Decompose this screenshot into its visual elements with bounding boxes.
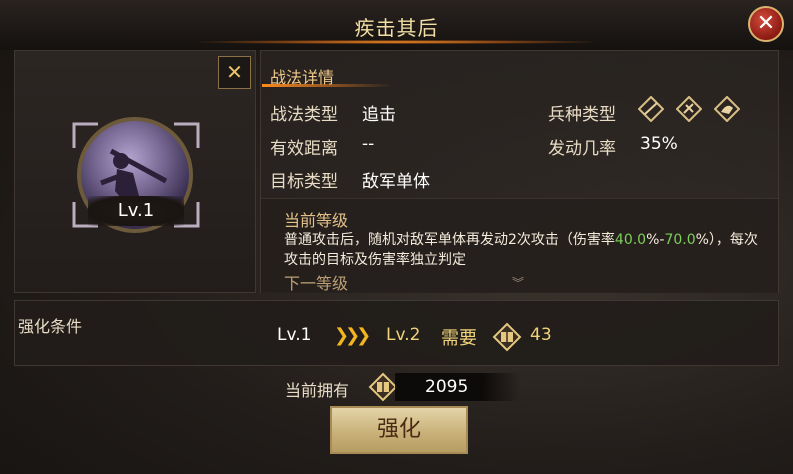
upgrade-conditions-title: 强化条件 — [18, 317, 83, 336]
troop-type-1-icon — [638, 96, 664, 122]
skill-level-badge: Lv.1 — [88, 196, 184, 226]
troop-type-3-icon — [714, 96, 740, 122]
required-amount: 43 — [530, 325, 552, 345]
damage-rate-low: 40.0 — [614, 232, 647, 248]
target-type-value: 敌军单体 — [362, 172, 430, 192]
skill-book-icon — [492, 322, 522, 352]
desc-text-part2: %- — [646, 232, 665, 248]
skill-book-icon — [368, 372, 398, 402]
desc-text-part1: 普通攻击后，随机对敌军单体再发动2次攻击（伤害率 — [284, 232, 615, 248]
owned-label: 当前拥有 — [285, 381, 350, 400]
close-icon[interactable]: ✕ — [748, 6, 784, 42]
range-label: 有效距离 — [270, 139, 338, 159]
damage-rate-high: 70.0 — [664, 232, 696, 248]
enhance-button[interactable]: 强化 — [330, 406, 468, 454]
skill-type-value: 追击 — [362, 105, 396, 125]
skill-detail-window: 疾击其后 ✕ ✕ Lv.1 战法详情 战法类型 追击 有效距离 -- 目标类型 … — [0, 0, 793, 474]
range-value: -- — [362, 134, 375, 154]
arrow-right-icon: ❯❯❯ — [334, 325, 371, 346]
unequip-button[interactable]: ✕ — [218, 56, 251, 89]
next-level: Lv.2 — [386, 325, 421, 345]
scroll-down-icon[interactable]: ︾ — [512, 274, 524, 291]
trigger-rate-value: 35% — [640, 134, 678, 154]
target-type-label: 目标类型 — [270, 172, 338, 192]
trigger-rate-label: 发动几率 — [548, 139, 616, 159]
next-level-label: 下一等级 — [284, 274, 349, 293]
section-title-underline — [262, 84, 392, 87]
current-level-label: 当前等级 — [284, 211, 349, 230]
troop-type-2-icon — [676, 96, 702, 122]
window-title: 疾击其后 — [354, 16, 439, 40]
current-level: Lv.1 — [277, 325, 312, 345]
requirement-label: 需要 — [441, 328, 477, 349]
owned-amount: 2095 — [425, 377, 469, 397]
current-level-description: 普通攻击后，随机对敌军单体再发动2次攻击（伤害率40.0%-70.0%），每次攻… — [284, 230, 764, 270]
troop-type-label: 兵种类型 — [548, 105, 616, 125]
skill-type-label: 战法类型 — [270, 105, 338, 125]
